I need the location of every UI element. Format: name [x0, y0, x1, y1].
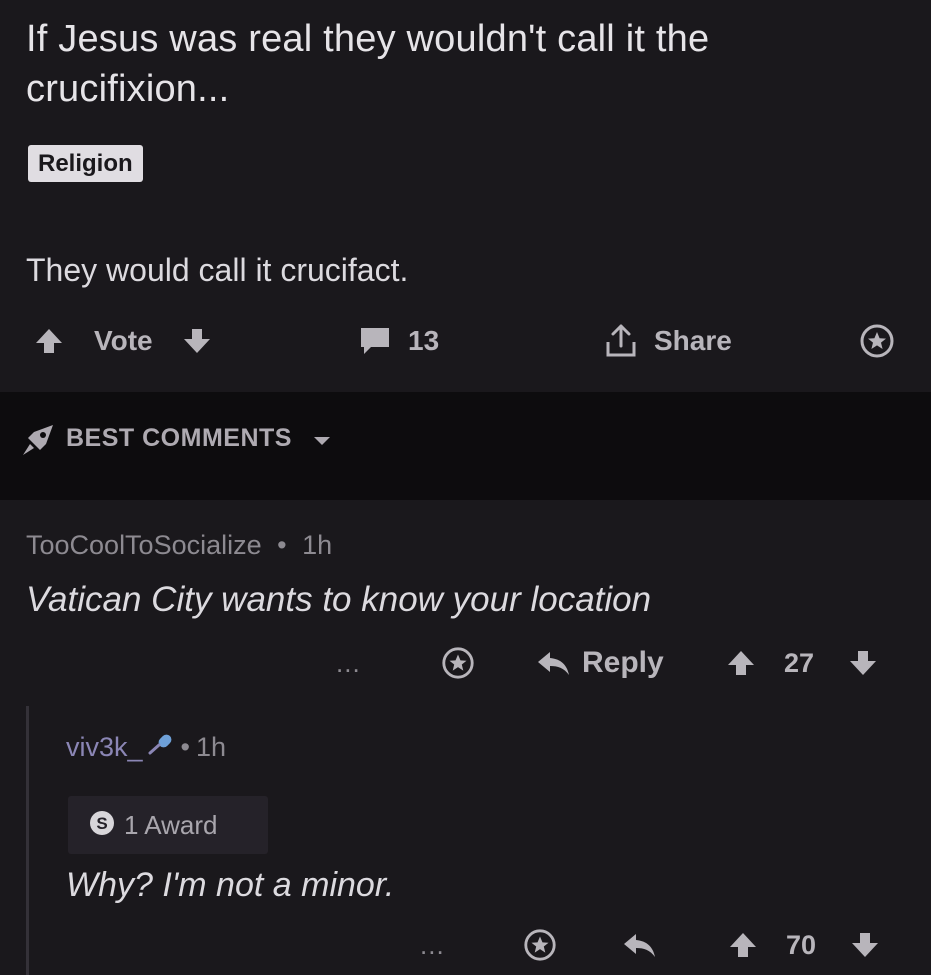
- comment-score: 27: [784, 647, 815, 678]
- more-icon[interactable]: ...: [420, 930, 445, 961]
- share-icon: [602, 322, 640, 360]
- share-button[interactable]: Share: [602, 318, 732, 364]
- vote-label: Vote: [94, 325, 153, 356]
- reply-icon: [536, 649, 572, 677]
- award-count: 1 Award: [124, 809, 218, 840]
- reply-action-bar: ... 70: [0, 920, 931, 970]
- upvote-icon[interactable]: [34, 326, 64, 356]
- reply-label: Reply: [582, 646, 664, 679]
- sort-dropdown[interactable]: BEST COMMENTS: [66, 424, 292, 453]
- comment-downvote-button[interactable]: [848, 638, 878, 688]
- reply-icon: [622, 931, 658, 959]
- post-body: They would call it crucifact.: [26, 252, 409, 288]
- downvote-icon[interactable]: [182, 326, 212, 356]
- more-options-button[interactable]: ...: [420, 920, 445, 970]
- silver-award-icon: S: [88, 809, 116, 842]
- award-badge[interactable]: S 1 Award: [68, 796, 268, 854]
- comments-button[interactable]: 13: [358, 318, 439, 364]
- post-flair[interactable]: Religion: [28, 145, 143, 182]
- comment-time: 1h: [302, 530, 333, 560]
- award-icon: [858, 322, 896, 360]
- post-title[interactable]: If Jesus was real they wouldn't call it …: [26, 14, 906, 114]
- more-icon[interactable]: ...: [336, 648, 361, 679]
- reply-body: Why? I'm not a minor.: [66, 866, 395, 904]
- reply-downvote-button[interactable]: [850, 920, 880, 970]
- comment-body: Vatican City wants to know your location: [26, 580, 652, 619]
- share-label: Share: [654, 325, 732, 356]
- upvote-button[interactable]: [34, 318, 64, 364]
- downvote-button[interactable]: [182, 318, 212, 364]
- rocket-icon: [20, 422, 56, 463]
- downvote-icon: [850, 930, 880, 960]
- comment-icon: [358, 325, 392, 357]
- reply-button[interactable]: Reply: [536, 638, 664, 688]
- svg-text:S: S: [96, 814, 107, 833]
- upvote-icon: [726, 648, 756, 678]
- award-button[interactable]: [522, 920, 558, 970]
- reply-score-wrap: 70: [786, 920, 816, 970]
- comment-meta: TooCoolToSocialize • 1h: [26, 530, 332, 561]
- award-icon: [522, 927, 558, 963]
- post: If Jesus was real they wouldn't call it …: [0, 0, 931, 392]
- meta-separator: •: [180, 732, 190, 762]
- vote-label-wrap: Vote: [94, 318, 153, 364]
- more-options-button[interactable]: ...: [336, 638, 361, 688]
- meta-separator: •: [277, 530, 287, 560]
- reply-upvote-button[interactable]: [728, 920, 758, 970]
- comment-count: 13: [408, 325, 440, 356]
- post-action-bar: Vote 13 Share: [0, 318, 931, 364]
- reply-username[interactable]: viv3k_: [66, 732, 143, 763]
- microphone-icon: [147, 732, 175, 763]
- comment-upvote-button[interactable]: [726, 638, 756, 688]
- reply-button[interactable]: [622, 920, 658, 970]
- reply-meta: viv3k_ • 1h: [66, 732, 226, 763]
- award-button[interactable]: [440, 638, 476, 688]
- downvote-icon: [848, 648, 878, 678]
- comment-score-wrap: 27: [784, 638, 814, 688]
- comment-username[interactable]: TooCoolToSocialize: [26, 530, 262, 560]
- caret-down-icon[interactable]: [312, 434, 332, 452]
- reply-time: 1h: [195, 732, 227, 762]
- comment-action-bar: ... Reply 27: [0, 638, 931, 688]
- upvote-icon: [728, 930, 758, 960]
- comment-sort-band: BEST COMMENTS: [0, 392, 931, 500]
- award-icon: [440, 645, 476, 681]
- award-button[interactable]: [858, 318, 896, 364]
- comments-section: TooCoolToSocialize • 1h Vatican City wan…: [0, 500, 931, 975]
- reply-score: 70: [786, 929, 817, 960]
